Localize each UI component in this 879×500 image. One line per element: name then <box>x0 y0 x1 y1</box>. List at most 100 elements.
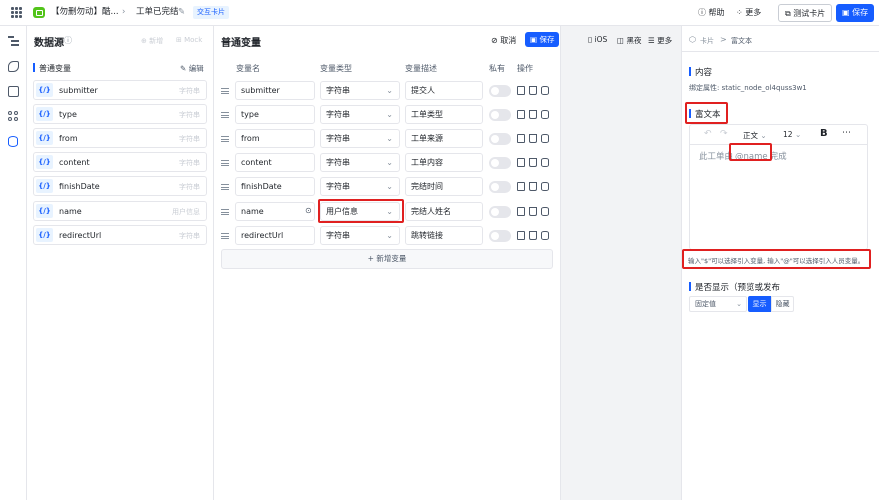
private-toggle[interactable] <box>489 157 511 169</box>
delete-icon[interactable] <box>529 182 537 191</box>
hide-option[interactable]: 隐藏 <box>771 296 794 312</box>
private-toggle[interactable] <box>489 206 511 218</box>
datasource-item[interactable]: {/} submitter 字符串 <box>33 80 207 100</box>
canvas-more-button[interactable]: ☰ 更多 <box>648 35 672 46</box>
variable-name-input[interactable]: from <box>235 129 315 148</box>
variable-type-select[interactable]: 字符串 ⌄ <box>320 153 400 172</box>
app-name[interactable]: 【勿删勿动】酷... <box>51 7 119 18</box>
database-icon[interactable] <box>541 134 549 143</box>
delete-icon[interactable] <box>529 207 537 216</box>
blocks-icon[interactable] <box>8 111 19 122</box>
more-options-icon[interactable]: ⋯ <box>842 128 851 138</box>
undo-icon[interactable]: ↶ <box>704 129 712 139</box>
private-toggle[interactable] <box>489 133 511 145</box>
copy-icon[interactable] <box>517 134 525 143</box>
copy-icon[interactable] <box>517 207 525 216</box>
night-toggle[interactable]: ◫ 黑夜 <box>617 35 641 46</box>
variable-name-input[interactable]: finishDate <box>235 177 315 196</box>
private-toggle[interactable] <box>489 181 511 193</box>
delete-icon[interactable] <box>529 134 537 143</box>
copy-icon[interactable] <box>517 110 525 119</box>
redo-icon[interactable]: ↷ <box>720 129 728 139</box>
drag-handle-icon[interactable] <box>221 136 229 142</box>
bold-button[interactable]: B <box>820 128 828 139</box>
datasource-item[interactable]: {/} redirectUrl 字符串 <box>33 225 207 245</box>
add-variable-button[interactable]: + 新增变量 <box>221 249 553 269</box>
paragraph-style-select[interactable]: 正文 ⌄ <box>743 130 767 141</box>
delete-icon[interactable] <box>529 86 537 95</box>
datasource-item[interactable]: {/} type 字符串 <box>33 104 207 124</box>
breadcrumb-card[interactable]: 卡片 <box>700 36 714 46</box>
database-icon[interactable] <box>8 136 18 147</box>
richtext-editor[interactable]: ↶ ↷ 正文 ⌄ 12 ⌄ B ⋯ 此工单由 @name 完成 <box>689 124 868 250</box>
variable-type-select[interactable]: 字符串 ⌄ <box>320 129 400 148</box>
private-toggle[interactable] <box>489 85 511 97</box>
card-title: 工单已完结 <box>136 7 179 17</box>
delete-icon[interactable] <box>529 158 537 167</box>
variable-name-input[interactable]: redirectUrl <box>235 226 315 245</box>
variable-name-input[interactable]: submitter <box>235 81 315 100</box>
variable-name-input[interactable]: type <box>235 105 315 124</box>
database-icon[interactable] <box>541 110 549 119</box>
help-button[interactable]: ⓘ 帮助 <box>698 4 725 22</box>
more-button[interactable]: ⁘ 更多 <box>736 4 761 22</box>
database-icon[interactable] <box>541 231 549 240</box>
ios-toggle[interactable]: ▯ iOS <box>588 35 607 44</box>
database-icon[interactable] <box>541 86 549 95</box>
highlight-mention <box>729 143 772 161</box>
variable-type-select[interactable]: 字符串 ⌄ <box>320 81 400 100</box>
drag-handle-icon[interactable] <box>221 184 229 190</box>
copy-icon[interactable] <box>517 86 525 95</box>
variable-desc-input[interactable]: 工单类型 <box>405 105 483 124</box>
database-icon[interactable] <box>541 207 549 216</box>
drag-handle-icon[interactable] <box>221 88 229 94</box>
datasource-item[interactable]: {/} finishDate 字符串 <box>33 176 207 196</box>
variable-desc-input[interactable]: 完结时间 <box>405 177 483 196</box>
variable-type-select[interactable]: 字符串 ⌄ <box>320 177 400 196</box>
value-mode-select[interactable]: 固定值 ⌄ <box>689 296 747 312</box>
variable-desc-input[interactable]: 提交人 <box>405 81 483 100</box>
datasource-item[interactable]: {/} name 用户信息 <box>33 201 207 221</box>
device-icon: ▯ <box>588 35 593 44</box>
info-circle-icon[interactable]: ⊙ <box>305 206 312 215</box>
add-datasource-button[interactable]: ⊕ 新增 <box>141 36 163 46</box>
private-toggle[interactable] <box>489 109 511 121</box>
cancel-button[interactable]: ⊘ 取消 <box>491 35 516 46</box>
edit-variables-button[interactable]: ✎ 编辑 <box>180 63 204 74</box>
app-logo-icon <box>33 7 45 18</box>
datasource-item[interactable]: {/} content 字符串 <box>33 152 207 172</box>
delete-icon[interactable] <box>529 231 537 240</box>
drag-handle-icon[interactable] <box>221 209 229 215</box>
drag-handle-icon[interactable] <box>221 112 229 118</box>
variable-type-select[interactable]: 字符串 ⌄ <box>320 105 400 124</box>
richtext-toolbar: ↶ ↷ 正文 ⌄ 12 ⌄ B ⋯ <box>690 125 867 145</box>
save-button[interactable]: ▣ 保存 <box>836 4 875 22</box>
font-size-select[interactable]: 12 ⌄ <box>783 130 801 139</box>
copy-icon[interactable] <box>517 231 525 240</box>
variable-name-input[interactable]: content <box>235 153 315 172</box>
test-card-button[interactable]: ⧉ 测试卡片 <box>778 4 833 22</box>
variable-desc-input[interactable]: 工单内容 <box>405 153 483 172</box>
component-puzzle-icon[interactable] <box>8 61 19 72</box>
edit-title-icon[interactable]: ✎ <box>178 7 185 18</box>
copy-icon[interactable] <box>517 182 525 191</box>
show-option[interactable]: 显示 <box>748 296 771 312</box>
database-icon[interactable] <box>541 182 549 191</box>
delete-icon[interactable] <box>529 110 537 119</box>
variable-desc-input[interactable]: 完结人姓名 <box>405 202 483 221</box>
app-grid-icon[interactable] <box>11 7 22 18</box>
database-icon[interactable] <box>541 158 549 167</box>
mock-button[interactable]: ⊞ Mock <box>176 36 202 44</box>
variable-desc-input[interactable]: 跳转链接 <box>405 226 483 245</box>
private-toggle[interactable] <box>489 230 511 242</box>
outline-tree-icon[interactable] <box>8 36 19 47</box>
variable-name-input[interactable]: name <box>235 202 315 221</box>
layout-icon[interactable] <box>8 86 19 97</box>
variable-type-select[interactable]: 字符串 ⌄ <box>320 226 400 245</box>
copy-icon[interactable] <box>517 158 525 167</box>
datasource-item[interactable]: {/} from 字符串 <box>33 128 207 148</box>
save-variables-button[interactable]: ▣ 保存 <box>525 32 560 47</box>
drag-handle-icon[interactable] <box>221 233 229 239</box>
variable-desc-input[interactable]: 工单来源 <box>405 129 483 148</box>
drag-handle-icon[interactable] <box>221 160 229 166</box>
